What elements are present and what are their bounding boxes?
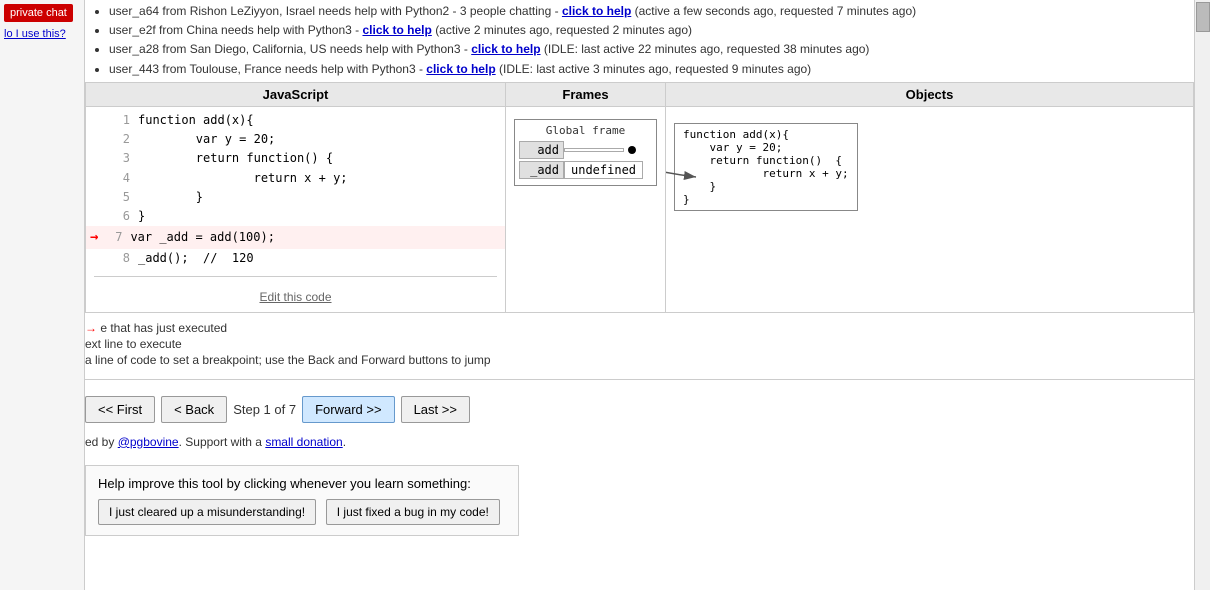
frame-row: add: [519, 141, 652, 159]
main-content: JavaScript 1function add(x){2 var y = 20…: [85, 78, 1194, 590]
edit-link-container: Edit this code: [86, 281, 505, 312]
line-num: 6: [110, 207, 130, 226]
step-label: Step 1 of 7: [233, 402, 296, 417]
improve-title: Help improve this tool by clicking whene…: [98, 476, 506, 491]
forward-button[interactable]: Forward >>: [302, 396, 394, 423]
frames-panel: Frames Global frame add _addundefined: [506, 83, 666, 312]
first-button[interactable]: << First: [85, 396, 155, 423]
notif-status: (IDLE: last active 3 minutes ago, reques…: [499, 62, 811, 76]
code-text: _add(); // 120: [138, 249, 254, 268]
code-line[interactable]: 3 return function() {: [86, 149, 505, 168]
legend-line2: ext line to execute: [85, 337, 1194, 351]
visualizer: JavaScript 1function add(x){2 var y = 20…: [85, 82, 1194, 313]
line-num: 7: [102, 228, 122, 247]
code-line[interactable]: 6}: [86, 207, 505, 226]
notif-link[interactable]: click to help: [362, 23, 431, 37]
code-text: return x + y;: [138, 169, 348, 188]
legend-line3: a line of code to set a breakpoint; use …: [85, 353, 1194, 367]
function-box: function add(x){ var y = 20; return func…: [674, 123, 858, 211]
global-frame-box: Global frame add _addundefined: [514, 119, 657, 186]
code-line[interactable]: 1 function add(x){: [86, 111, 505, 130]
objects-content: function add(x){ var y = 20; return func…: [666, 107, 1193, 219]
notif-text: user_a28 from San Diego, California, US …: [109, 42, 471, 56]
notif-link[interactable]: click to help: [562, 4, 631, 18]
footer-text-before: ed by: [85, 435, 118, 449]
code-text: }: [138, 188, 203, 207]
footer-text-after: . Support with a: [179, 435, 266, 449]
improve-box: Help improve this tool by clicking whene…: [85, 465, 519, 536]
code-line[interactable]: 4 return x + y;: [86, 169, 505, 188]
javascript-header: JavaScript: [86, 83, 505, 107]
legend: e that has just executed ext line to exe…: [85, 313, 1194, 375]
notif-text: user_a64 from Rishon LeZiyyon, Israel ne…: [109, 4, 562, 18]
code-lines: 1function add(x){2 var y = 20;3 return f…: [86, 107, 505, 272]
scroll-thumb[interactable]: [1196, 2, 1210, 32]
objects-header: Objects: [666, 83, 1193, 107]
frame-val: undefined: [564, 161, 643, 179]
notif-link[interactable]: click to help: [426, 62, 495, 76]
line-num: 5: [110, 188, 130, 207]
line-num: 4: [110, 169, 130, 188]
notif-status: (active a few seconds ago, requested 7 m…: [635, 4, 917, 18]
arrow-indicator: →: [90, 226, 98, 248]
code-text: var y = 20;: [138, 130, 275, 149]
code-line[interactable]: 5 }: [86, 188, 505, 207]
frame-row: _addundefined: [519, 161, 652, 179]
line-num: 3: [110, 149, 130, 168]
bug-fixed-button[interactable]: I just fixed a bug in my code!: [326, 499, 500, 525]
code-line[interactable]: →7 var _add = add(100);: [86, 226, 505, 248]
notification-item: user_443 from Toulouse, France needs hel…: [109, 60, 1202, 79]
frame-var: _add: [519, 161, 564, 179]
notification-item: user_a28 from San Diego, California, US …: [109, 40, 1202, 59]
donation-link[interactable]: small donation: [265, 435, 342, 449]
help-link[interactable]: lo I use this?: [0, 26, 84, 42]
edit-code-link[interactable]: Edit this code: [259, 290, 331, 304]
footer: ed by @pgbovine. Support with a small do…: [85, 431, 1194, 457]
code-text: var _add = add(100);: [130, 228, 275, 247]
legend-line1: e that has just executed: [85, 321, 1194, 335]
back-button[interactable]: < Back: [161, 396, 227, 423]
global-frame-title: Global frame: [519, 124, 652, 137]
footer-text-end: .: [343, 435, 346, 449]
frame-dot: [628, 146, 636, 154]
frame-val: [564, 148, 624, 152]
notification-item: user_a64 from Rishon LeZiyyon, Israel ne…: [109, 2, 1202, 21]
nav-buttons: << First < Back Step 1 of 7 Forward >> L…: [85, 384, 1194, 431]
left-sidebar: private chat lo I use this?: [0, 0, 85, 590]
notif-text: user_443 from Toulouse, France needs hel…: [109, 62, 426, 76]
code-line[interactable]: 2 var y = 20;: [86, 130, 505, 149]
code-panel: JavaScript 1function add(x){2 var y = 20…: [86, 83, 506, 312]
code-line[interactable]: 8 _add(); // 120: [86, 249, 505, 268]
private-chat-button[interactable]: private chat: [4, 4, 73, 22]
notification-item: user_e2f from China needs help with Pyth…: [109, 21, 1202, 40]
notif-link[interactable]: click to help: [471, 42, 540, 56]
line-num: 1: [110, 111, 130, 130]
frames-header: Frames: [506, 83, 665, 107]
scrollbar[interactable]: [1194, 0, 1210, 590]
frame-var: add: [519, 141, 564, 159]
code-text: }: [138, 207, 145, 226]
line-num: 8: [110, 249, 130, 268]
line-num: 2: [110, 130, 130, 149]
author-link[interactable]: @pgbovine: [118, 435, 179, 449]
code-text: return function() {: [138, 149, 333, 168]
misunderstanding-button[interactable]: I just cleared up a misunderstanding!: [98, 499, 316, 525]
notif-text: user_e2f from China needs help with Pyth…: [109, 23, 362, 37]
notif-status: (IDLE: last active 22 minutes ago, reque…: [544, 42, 870, 56]
notif-status: (active 2 minutes ago, requested 2 minut…: [435, 23, 692, 37]
code-text: function add(x){: [138, 111, 254, 130]
frame-rows: add _addundefined: [519, 141, 652, 179]
last-button[interactable]: Last >>: [401, 396, 470, 423]
objects-panel: Objects function add(x){ var y = 20; ret…: [666, 83, 1193, 312]
